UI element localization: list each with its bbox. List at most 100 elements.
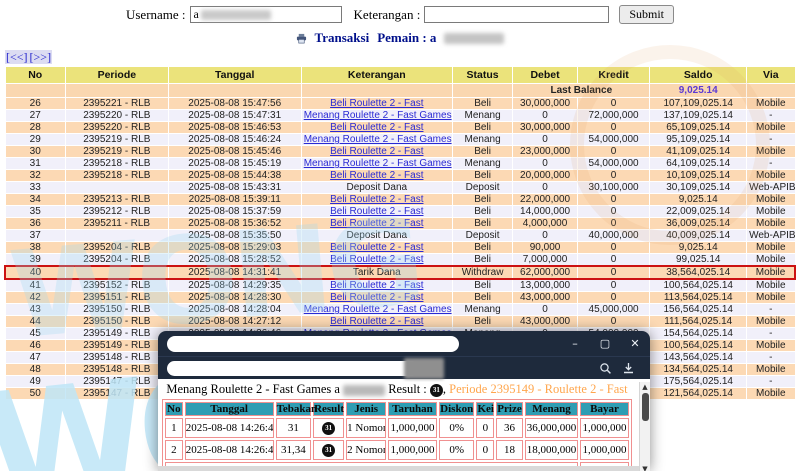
row-no: 28 — [4, 121, 66, 134]
row-keterangan: Deposit Dana — [300, 181, 453, 194]
row-tanggal: 2025-08-08 14:29:35 — [167, 278, 302, 292]
row-keterangan-link[interactable]: Beli Roulette 2 - Fast — [300, 205, 453, 218]
popup-titlebar[interactable]: – ▢ ✕ — [158, 331, 650, 356]
row-saldo: 175,564,025.14 — [649, 375, 748, 388]
row-kredit: 0 — [576, 217, 651, 230]
empty-cell — [300, 83, 453, 98]
column-header-status: Status — [451, 66, 514, 84]
row-no: 49 — [4, 375, 66, 388]
row-tanggal: 2025-08-08 15:47:31 — [167, 109, 302, 122]
submit-button[interactable]: Submit — [619, 5, 675, 24]
scrollbar-thumb[interactable] — [641, 393, 649, 421]
row-keterangan-link[interactable]: Beli Roulette 2 - Fast — [300, 291, 453, 304]
row-kredit: 0 — [576, 193, 651, 206]
row-no: 27 — [4, 109, 66, 122]
empty-cell — [64, 83, 169, 98]
row-no: 44 — [4, 315, 66, 328]
row-keterangan-link[interactable]: Beli Roulette 2 - Fast — [300, 217, 453, 230]
table-row: 30 2395219 - RLB 2025-08-08 15:45:46 Beli R… — [4, 145, 796, 158]
popup-tab-redacted[interactable] — [167, 335, 459, 352]
roulette-result-icon: 31 — [322, 443, 336, 457]
row-no: 42 — [4, 291, 66, 304]
empty-cell — [451, 83, 514, 98]
username-input[interactable]: a — [189, 6, 342, 23]
row-periode: 2395150 - RLB — [64, 303, 169, 316]
row-keterangan: Deposit Dana — [300, 229, 453, 242]
row-no: 45 — [4, 327, 66, 340]
prev-page-link[interactable]: [<<] — [5, 50, 29, 64]
row-via: Mobile — [746, 387, 796, 400]
column-header-periode: Periode — [64, 66, 169, 84]
column-header-no: No — [4, 66, 66, 84]
row-no: 34 — [4, 193, 66, 206]
row-tanggal: 2025-08-08 15:36:52 — [167, 217, 302, 230]
row-keterangan-link[interactable]: Beli Roulette 2 - Fast — [300, 278, 453, 292]
popup-row-taruhan: 1,000,000 — [388, 440, 437, 460]
row-saldo: 10,109,025.14 — [649, 169, 748, 182]
row-saldo: 41,109,025.14 — [649, 145, 748, 158]
minimize-icon[interactable]: – — [560, 331, 590, 356]
row-via: Mobile — [746, 291, 796, 304]
row-keterangan-link[interactable]: Beli Roulette 2 - Fast — [300, 169, 453, 182]
row-saldo: 100,564,025.14 — [649, 339, 748, 352]
row-keterangan-link[interactable]: Beli Roulette 2 - Fast — [300, 241, 453, 254]
row-status: Beli — [451, 291, 514, 304]
scroll-down-icon[interactable]: ▼ — [642, 464, 647, 471]
row-saldo: 99,025.14 — [649, 253, 748, 267]
row-via: - — [746, 327, 796, 340]
row-debet: 0 — [512, 229, 578, 242]
table-row: 41 2395152 - RLB 2025-08-08 14:29:35 Beli R… — [4, 278, 796, 292]
next-page-link[interactable]: [>>] — [28, 50, 53, 64]
row-saldo: 9,025.14 — [649, 241, 748, 254]
row-tanggal: 2025-08-08 15:37:59 — [167, 205, 302, 218]
row-saldo: 95,109,025.14 — [649, 133, 748, 146]
row-tanggal: 2025-08-08 14:28:30 — [167, 291, 302, 304]
table-row: 33 2025-08-08 15:43:31 Deposit Dana Deposit… — [4, 181, 796, 194]
row-no: 35 — [4, 205, 66, 218]
row-tanggal: 2025-08-08 15:35:50 — [167, 229, 302, 242]
row-keterangan-link[interactable]: Beli Roulette 2 - Fast — [300, 193, 453, 206]
row-no: 30 — [4, 145, 66, 158]
row-keterangan-link[interactable]: Beli Roulette 2 - Fast — [300, 121, 453, 134]
row-no: 29 — [4, 133, 66, 146]
zoom-icon[interactable] — [598, 361, 613, 376]
download-icon[interactable] — [621, 361, 636, 376]
table-row: 44 2395150 - RLB 2025-08-08 14:27:12 Beli R… — [4, 315, 796, 328]
row-via: Mobile — [746, 193, 796, 206]
row-keterangan-link[interactable]: Menang Roulette 2 - Fast Games — [300, 109, 453, 122]
popup-result-label: Result : — [388, 382, 427, 396]
keterangan-input[interactable] — [424, 6, 610, 23]
row-debet: 4,000,000 — [512, 217, 578, 230]
popup-column-header-tanggal: Tanggal — [184, 402, 274, 416]
row-tanggal: 2025-08-08 15:39:11 — [167, 193, 302, 206]
popup-username-redacted — [343, 384, 386, 396]
close-icon[interactable]: ✕ — [620, 331, 650, 356]
row-keterangan-link[interactable]: Beli Roulette 2 - Fast — [300, 315, 453, 328]
row-via: - — [746, 109, 796, 122]
row-debet: 90,000 — [512, 241, 578, 254]
scroll-up-icon[interactable]: ▲ — [642, 382, 647, 392]
row-tanggal: 2025-08-08 15:46:24 — [167, 133, 302, 146]
popup-row-result: 31 — [313, 418, 345, 438]
row-status: Beli — [451, 278, 514, 292]
row-keterangan-link[interactable]: Menang Roulette 2 - Fast Games — [300, 157, 453, 170]
row-keterangan-link[interactable]: Menang Roulette 2 - Fast Games — [300, 303, 453, 316]
popup-column-header-prize: Prize — [496, 402, 523, 416]
row-tanggal: 2025-08-08 15:46:53 — [167, 121, 302, 134]
row-saldo: 113,564,025.14 — [649, 291, 748, 304]
row-keterangan-link[interactable]: Menang Roulette 2 - Fast Games — [300, 133, 453, 146]
row-keterangan-link[interactable]: Beli Roulette 2 - Fast — [300, 145, 453, 158]
row-saldo: 156,564,025.14 — [649, 303, 748, 316]
table-row: 36 2395211 - RLB 2025-08-08 15:36:52 Beli R… — [4, 217, 796, 230]
popup-column-header-no: No — [165, 402, 183, 416]
popup-scrollbar[interactable]: ▲ ▼ — [639, 382, 650, 471]
popup-content: Menang Roulette 2 - Fast Games a Result … — [158, 382, 650, 471]
popup-bottom-frame — [158, 466, 650, 471]
result-popup-window: – ▢ ✕ Menang Roulette 2 - Fast Games a R… — [158, 331, 650, 471]
maximize-icon[interactable]: ▢ — [590, 331, 620, 356]
row-keterangan-link[interactable]: Beli Roulette 2 - Fast — [300, 253, 453, 267]
address-bar-redacted[interactable] — [167, 360, 419, 376]
row-keterangan-link[interactable]: Beli Roulette 2 - Fast — [300, 97, 453, 110]
table-row: 27 2395220 - RLB 2025-08-08 15:47:31 Menang… — [4, 109, 796, 122]
popup-column-header-menang: Menang — [524, 402, 579, 416]
